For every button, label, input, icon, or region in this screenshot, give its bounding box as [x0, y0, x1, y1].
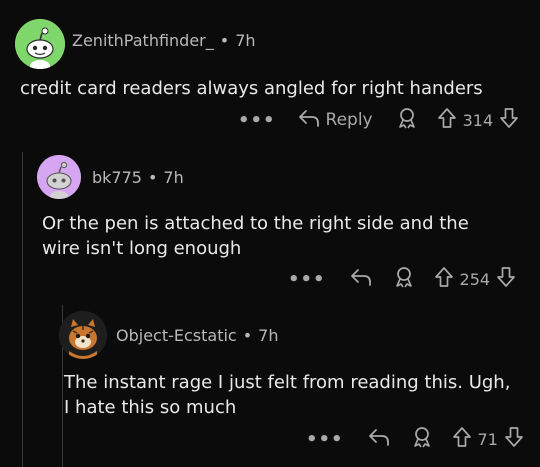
comment-text: credit card readers always angled for ri… [20, 78, 483, 99]
upvote-icon[interactable] [452, 426, 472, 452]
downvote-icon[interactable] [504, 426, 524, 452]
comment-text: The instant rage I just felt from readin… [64, 372, 511, 418]
snoo-avatar-icon [15, 19, 65, 69]
comment-header: ZenithPathfinder_ • 7h [72, 31, 256, 50]
separator-dot: • [147, 168, 158, 187]
reply-icon[interactable] [350, 267, 372, 291]
upvote-icon[interactable] [437, 107, 457, 133]
downvote-icon[interactable] [496, 266, 516, 292]
reply-icon[interactable] [298, 108, 320, 132]
separator-dot: • [219, 31, 230, 50]
more-options-button[interactable]: ••• [288, 269, 326, 290]
reply-icon[interactable] [368, 427, 390, 451]
comment-header: bk775 • 7h [92, 168, 184, 187]
comment-actions: ••• Reply 314 [238, 107, 519, 133]
score: 71 [477, 429, 498, 449]
username[interactable]: Object-Ecstatic [116, 326, 237, 345]
snoo-avatar-icon [37, 155, 81, 199]
tiger-avatar-icon [59, 311, 107, 359]
more-options-button[interactable]: ••• [306, 429, 344, 450]
comment-actions: ••• 71 [306, 426, 524, 452]
comment-header: Object-Ecstatic • 7h [116, 326, 278, 345]
avatar[interactable] [37, 155, 81, 199]
upvote-icon[interactable] [434, 266, 454, 292]
more-options-button[interactable]: ••• [238, 110, 276, 131]
thread-line-1 [22, 152, 23, 467]
downvote-icon[interactable] [499, 107, 519, 133]
score: 254 [459, 269, 491, 289]
reply-button[interactable]: Reply [326, 110, 373, 130]
username[interactable]: ZenithPathfinder_ [72, 31, 214, 50]
avatar[interactable] [59, 311, 107, 359]
award-icon[interactable] [397, 107, 417, 133]
score: 314 [462, 110, 494, 130]
award-icon[interactable] [394, 266, 414, 292]
timestamp: 7h [235, 31, 256, 50]
comment-actions: ••• 254 [288, 266, 516, 292]
comment-text: Or the pen is attached to the right side… [42, 213, 469, 259]
separator-dot: • [242, 326, 253, 345]
timestamp: 7h [258, 326, 279, 345]
timestamp: 7h [163, 168, 184, 187]
username[interactable]: bk775 [92, 168, 142, 187]
avatar[interactable] [15, 19, 65, 69]
award-icon[interactable] [412, 426, 432, 452]
